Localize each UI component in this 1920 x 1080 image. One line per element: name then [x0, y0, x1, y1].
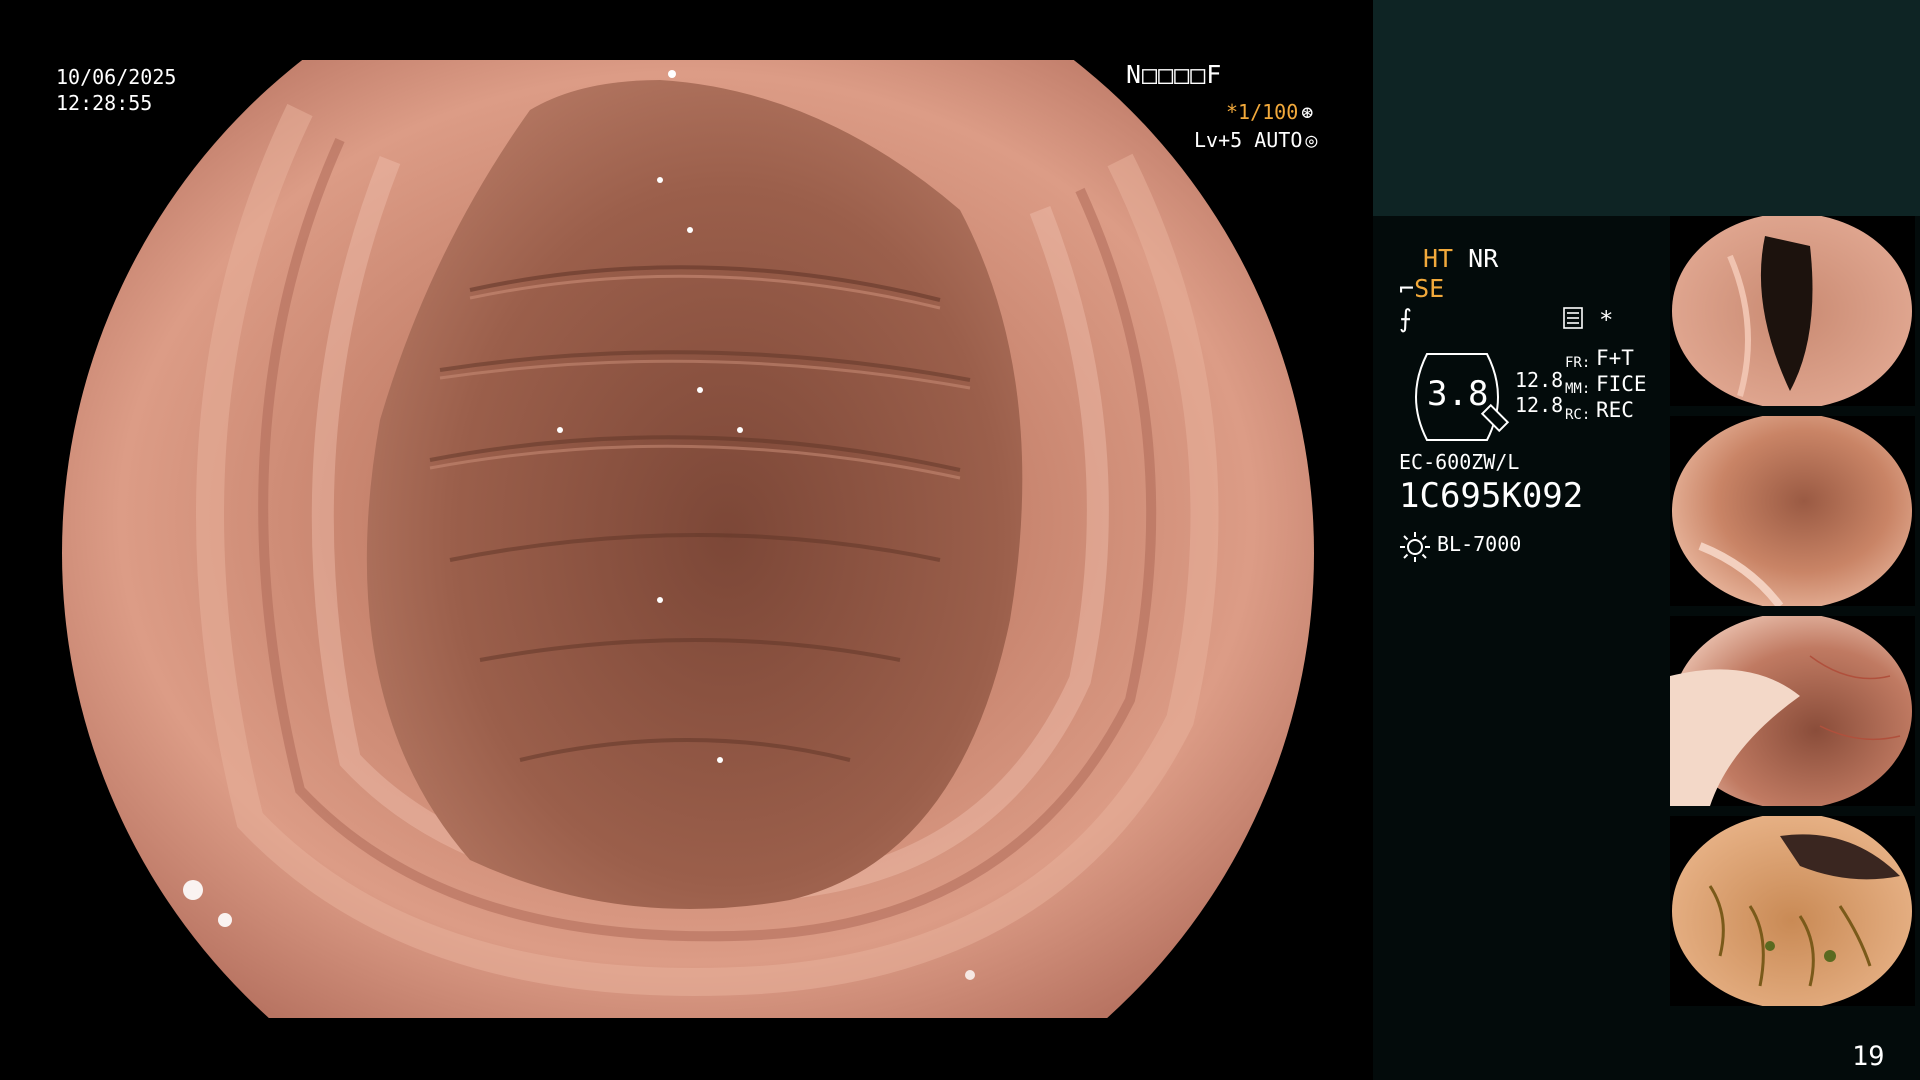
menu-list-icon: [1563, 307, 1583, 329]
structure-row: ⌐SE: [1399, 274, 1444, 303]
info-panel: HT NR ⌐SE ⨍ * 3.8 12.8 12.8 FR: MM: RC: …: [1373, 0, 1920, 1080]
mode-labels: FR: MM: RC:: [1565, 350, 1590, 428]
fr-value: F+T: [1596, 346, 1634, 370]
asterisk-indicator: *: [1599, 306, 1614, 334]
value-bottom: 12.8: [1515, 393, 1564, 417]
ht-nr-row: HT NR: [1423, 244, 1498, 273]
structure-enhancement-icon: ⌐: [1399, 274, 1415, 303]
exam-time: 12:28:55: [56, 91, 153, 115]
color-enhancement-icon: ⨍: [1399, 304, 1413, 333]
shutter-value: *1/100: [1226, 100, 1299, 124]
exam-date: 10/06/2025: [56, 65, 177, 89]
value-top: 12.8: [1515, 368, 1564, 392]
shutter-speed: *1/100 ⊛: [1226, 99, 1313, 125]
mm-value: FICE: [1596, 372, 1647, 396]
zoom-value: 3.8: [1427, 374, 1489, 414]
thumbnail-image[interactable]: [1670, 216, 1915, 406]
datetime-display: 10/06/2025 12:28:55: [56, 64, 176, 116]
brightness-level: Lv+5 AUTO ◎: [1194, 127, 1317, 153]
sun-icon: [1400, 532, 1430, 562]
measure-values: 12.8 12.8: [1515, 368, 1563, 418]
page-number: 19: [1852, 1041, 1885, 1072]
mode-values: F+T FICE REC: [1596, 345, 1647, 423]
level-value: Lv+5 AUTO: [1194, 128, 1303, 152]
mm-label: MM:: [1565, 381, 1591, 397]
shutter-icon: ⊛: [1301, 100, 1314, 124]
ht-label: HT: [1423, 244, 1454, 273]
thumbnail-image[interactable]: [1670, 416, 1915, 606]
thumbnail-image[interactable]: [1670, 616, 1915, 806]
panel-header-area: [1373, 0, 1920, 216]
se-label: SE: [1414, 274, 1445, 303]
scope-model: EC-600ZW/L: [1399, 450, 1520, 474]
aperture-icon: ◎: [1305, 128, 1318, 152]
light-source-model: BL-7000: [1437, 532, 1522, 556]
patient-id: N□□□□F: [1126, 60, 1223, 89]
scope-serial: 1C695K092: [1399, 476, 1584, 516]
rc-label: RC:: [1565, 407, 1591, 423]
colon-lumen-image: [62, 60, 1314, 1018]
fr-label: FR:: [1565, 355, 1591, 371]
endoscope-main-view: 10/06/2025 12:28:55 N□□□□F *1/100 ⊛ Lv+5 …: [0, 0, 1373, 1080]
rc-value: REC: [1596, 398, 1634, 422]
nr-label: NR: [1468, 244, 1499, 273]
thumbnail-image[interactable]: [1670, 816, 1915, 1006]
